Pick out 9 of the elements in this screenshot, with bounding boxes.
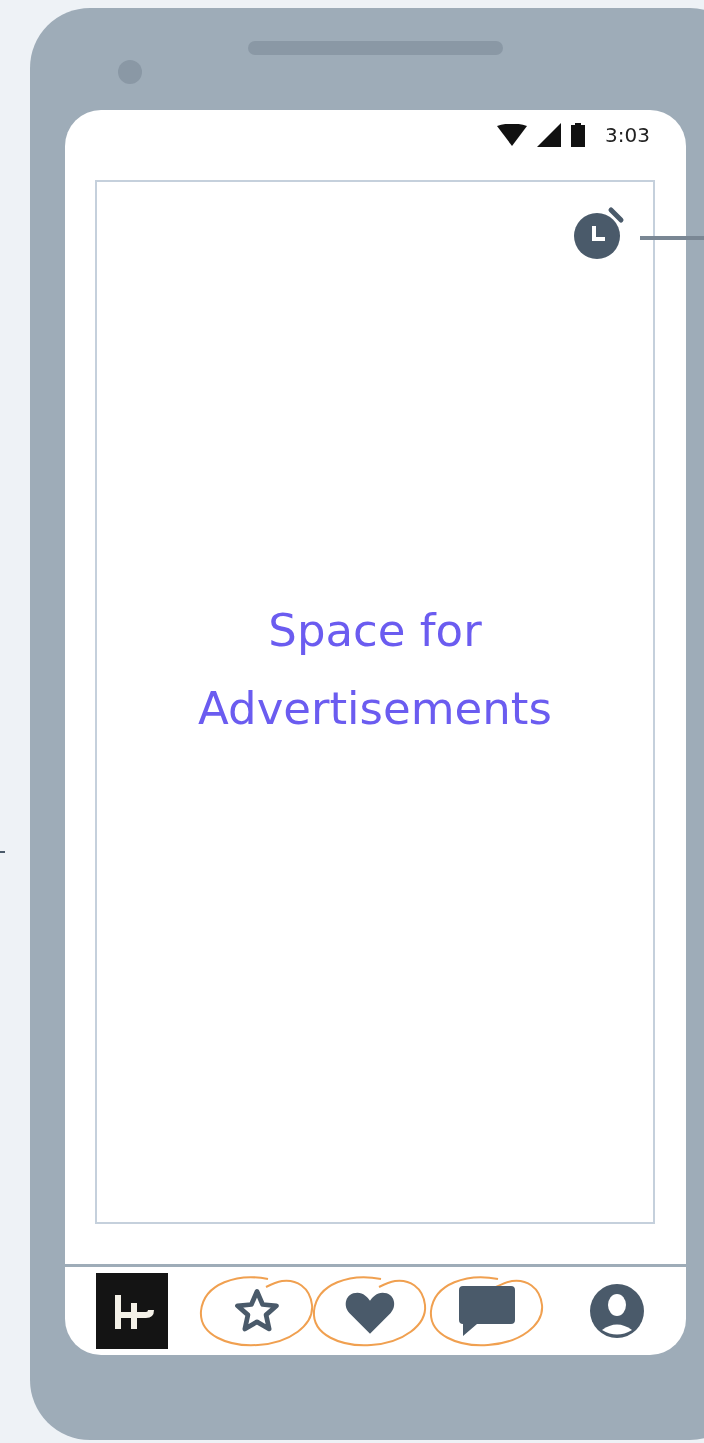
battery-icon xyxy=(571,122,586,147)
profile-icon[interactable] xyxy=(589,1283,646,1339)
wifi-icon xyxy=(497,123,528,146)
signal-icon xyxy=(537,122,562,147)
status-time: 3:03 xyxy=(605,121,650,149)
chat-icon[interactable] xyxy=(459,1284,516,1338)
timer-icon[interactable] xyxy=(573,204,625,260)
logo-icon[interactable] xyxy=(96,1273,168,1349)
ad-placeholder-text: Space for Advertisements xyxy=(197,603,553,737)
